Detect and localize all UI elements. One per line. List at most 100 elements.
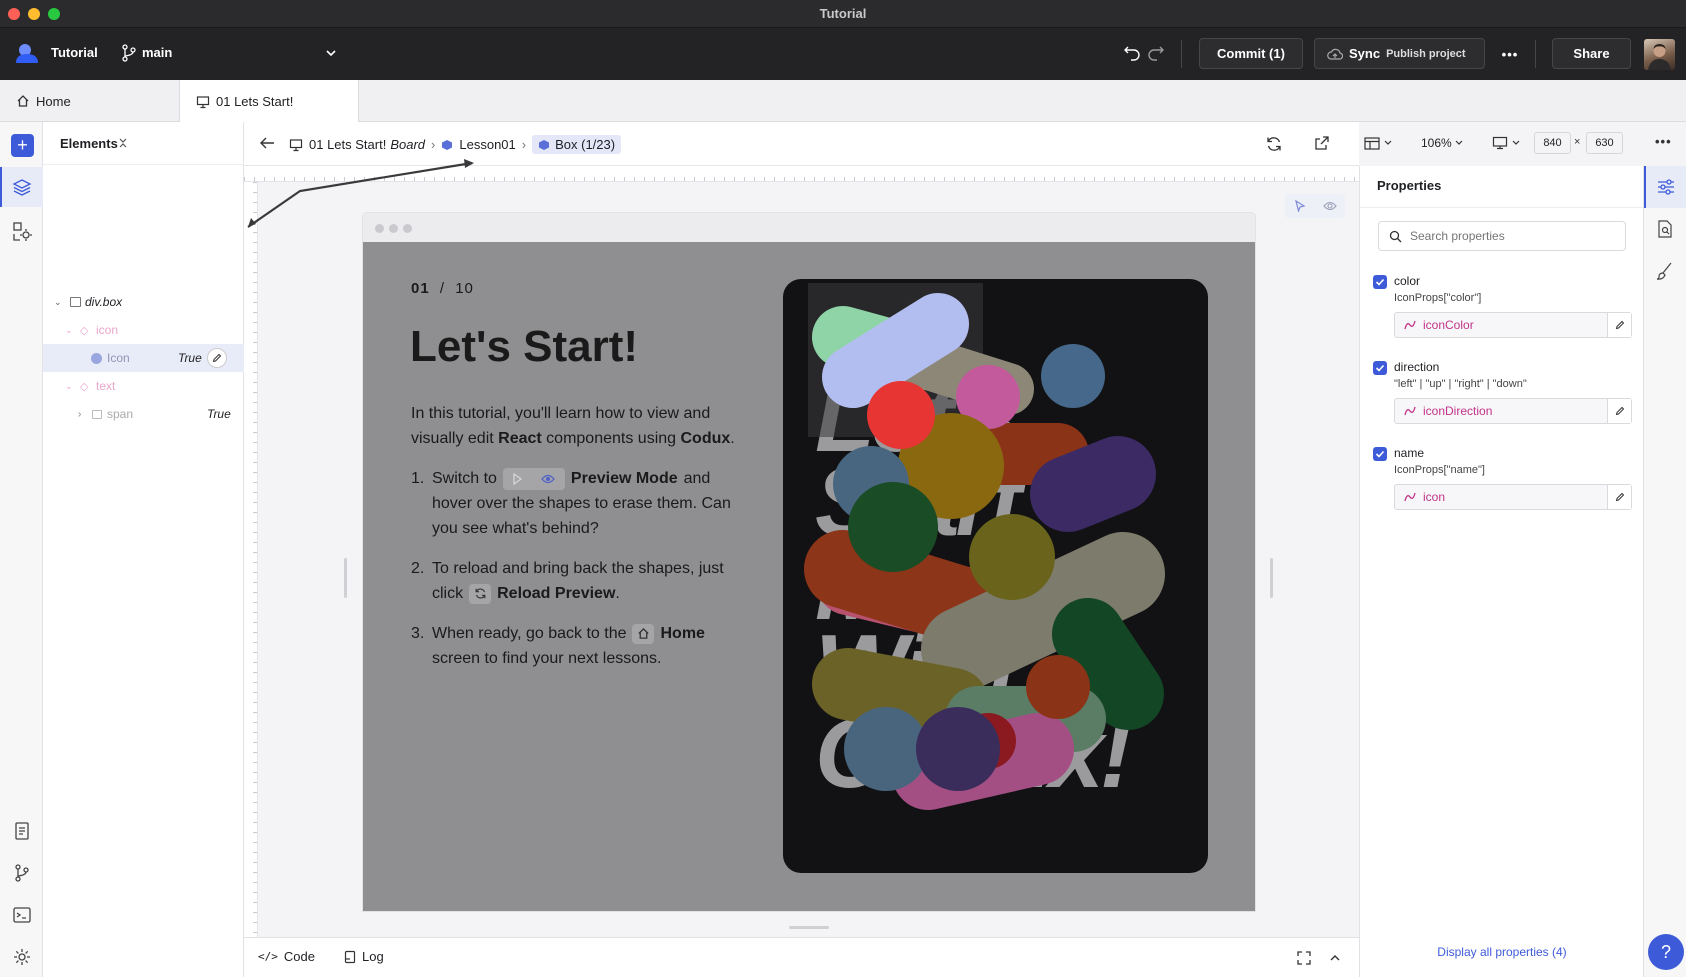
help-button[interactable]: ?: [1648, 934, 1684, 970]
document-icon[interactable]: [11, 820, 33, 842]
breadcrumb-box[interactable]: Box (1/23): [532, 135, 622, 154]
tab-lets-start[interactable]: 01 Lets Start!: [180, 80, 359, 123]
search-properties-field[interactable]: [1378, 221, 1626, 251]
box-icon: [92, 409, 102, 419]
expression-icon: [1404, 492, 1416, 502]
open-external-icon[interactable]: [1314, 135, 1330, 151]
prop-name: name: [1394, 446, 1425, 460]
add-element-icon[interactable]: +: [11, 134, 34, 157]
layers-tab[interactable]: [0, 167, 43, 207]
terminal-icon[interactable]: [11, 904, 33, 926]
edit-pencil-icon[interactable]: [1607, 399, 1631, 423]
sync-button[interactable]: Sync Publish project: [1314, 38, 1485, 69]
step-text: you see what's behind?: [432, 520, 599, 537]
chevron-right-icon[interactable]: ›: [78, 409, 81, 420]
components-settings-icon[interactable]: [11, 220, 33, 242]
tree-row-icon-component[interactable]: Icon True: [43, 344, 244, 372]
redo-icon[interactable]: [1147, 45, 1165, 61]
chevron-up-icon[interactable]: [1329, 953, 1341, 962]
prop-value-field[interactable]: iconColor: [1394, 312, 1632, 338]
search-properties-input[interactable]: [1410, 229, 1610, 243]
git-branch-icon[interactable]: [11, 862, 33, 884]
tab-home[interactable]: Home: [0, 80, 180, 122]
shape-circle[interactable]: [867, 381, 935, 449]
layers-icon: [12, 179, 32, 196]
edit-pencil-icon[interactable]: [207, 348, 227, 368]
chevron-down-icon[interactable]: [325, 48, 337, 58]
properties-tab[interactable]: [1644, 166, 1686, 208]
layout-icon: [1364, 136, 1380, 150]
right-resize-handle[interactable]: [1270, 558, 1273, 598]
bottom-resize-handle[interactable]: [789, 926, 829, 929]
display-all-properties-link[interactable]: Display all properties (4): [1360, 945, 1644, 959]
prop-value-field[interactable]: iconDirection: [1394, 398, 1632, 424]
frame-dot: [403, 224, 412, 233]
code-tab[interactable]: </> Code: [258, 949, 315, 964]
avatar[interactable]: [1644, 39, 1675, 70]
canvas-width-input[interactable]: 840: [1534, 132, 1571, 154]
shape-capsule[interactable]: [804, 530, 1012, 648]
shape-circle[interactable]: [848, 482, 938, 572]
branch-selector[interactable]: main: [142, 45, 172, 60]
log-tab[interactable]: Log: [344, 949, 384, 964]
window-title-bar: Tutorial: [0, 0, 1686, 28]
step-text: and: [683, 470, 711, 487]
lesson-preview[interactable]: 01 / 10 Let's Start! In this tutorial, y…: [363, 242, 1255, 911]
lesson-intro: In this tutorial, you'll learn how to vi…: [411, 401, 756, 451]
shape-capsule[interactable]: [812, 648, 989, 740]
edit-pencil-icon[interactable]: [1607, 313, 1631, 337]
eye-icon[interactable]: [1322, 200, 1337, 212]
publish-label: Publish project: [1386, 47, 1466, 60]
layout-options[interactable]: [1364, 136, 1394, 150]
tree-row-icon[interactable]: ⌄ ◇ icon: [43, 316, 244, 344]
chevron-down-icon[interactable]: ⌄: [65, 325, 73, 336]
undo-icon[interactable]: [1123, 45, 1141, 61]
project-name[interactable]: Tutorial: [51, 45, 98, 60]
device-selector[interactable]: [1492, 136, 1520, 150]
fullscreen-icon[interactable]: [1297, 951, 1311, 965]
share-button[interactable]: Share: [1552, 38, 1631, 69]
back-arrow-icon[interactable]: [259, 136, 275, 150]
tree-row-span[interactable]: › span True: [43, 400, 244, 428]
step-bold: Preview Mode: [570, 470, 678, 487]
checkbox-name[interactable]: [1373, 447, 1387, 461]
collapse-icon[interactable]: [118, 137, 128, 149]
prop-value-field[interactable]: icon: [1394, 484, 1632, 510]
shape-circle[interactable]: [1026, 655, 1090, 719]
tree-row-text[interactable]: ⌄ ◇ text: [43, 372, 244, 400]
search-icon: [1389, 230, 1402, 242]
chevron-down-icon: [1512, 140, 1520, 145]
cursor-icon[interactable]: [1294, 200, 1306, 212]
checkbox-color[interactable]: [1373, 275, 1387, 289]
edit-pencil-icon[interactable]: [1607, 485, 1631, 509]
zoom-selector[interactable]: 106%: [1421, 136, 1463, 150]
more-options-icon[interactable]: •••: [1655, 134, 1672, 149]
shape-capsule[interactable]: [1030, 436, 1156, 532]
poster-card[interactable]: Let's Start Mixing With Codux!: [783, 279, 1208, 873]
preview-mode-chip: [502, 467, 565, 490]
settings-gear-icon[interactable]: [11, 946, 33, 968]
branch-icon: [122, 44, 136, 62]
breadcrumb-lesson[interactable]: Lesson01: [459, 137, 515, 152]
chevron-down-icon[interactable]: ⌄: [65, 381, 73, 392]
shape-circle[interactable]: [844, 707, 928, 791]
breadcrumb-board[interactable]: 01 Lets Start!: [309, 137, 386, 152]
chevron-down-icon[interactable]: ⌄: [54, 297, 62, 308]
left-resize-handle[interactable]: [344, 558, 347, 598]
shape-circle[interactable]: [1041, 344, 1105, 408]
brush-icon[interactable]: [1655, 261, 1675, 281]
shape-capsule[interactable]: [1052, 598, 1164, 730]
step-number: 1.: [411, 470, 425, 487]
shape-circle[interactable]: [969, 514, 1055, 600]
checkbox-direction[interactable]: [1373, 361, 1387, 375]
shape-circle[interactable]: [916, 707, 1000, 791]
file-search-icon[interactable]: [1655, 219, 1675, 239]
canvas-height-input[interactable]: 630: [1586, 132, 1623, 154]
reload-preview-icon[interactable]: [1265, 135, 1283, 153]
tree-row-div-box[interactable]: ⌄ div.box: [43, 288, 244, 316]
commit-button[interactable]: Commit (1): [1199, 38, 1303, 69]
left-rail: +: [0, 122, 43, 977]
counter-current: 01: [411, 280, 430, 297]
preview-mode-toggle[interactable]: [1285, 194, 1345, 218]
more-options-icon[interactable]: •••: [1500, 44, 1520, 64]
